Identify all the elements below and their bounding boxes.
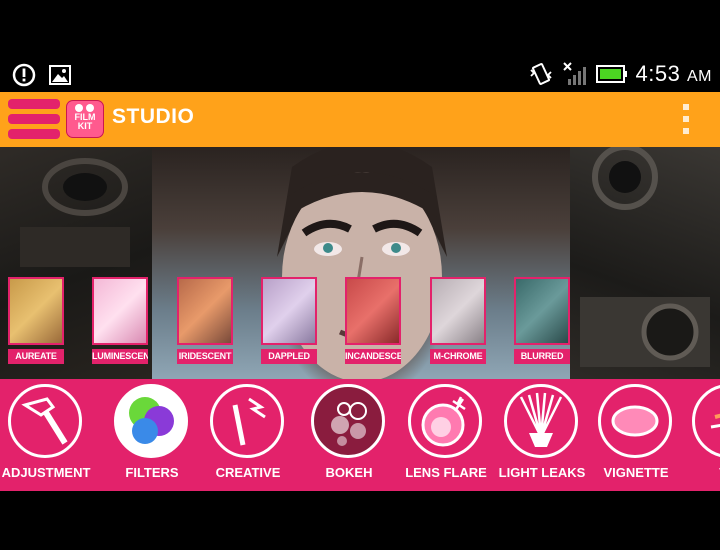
overflow-menu-icon[interactable] <box>682 104 690 134</box>
light-leaks-icon <box>504 384 578 458</box>
filter-preview <box>261 277 317 345</box>
alert-icon <box>12 63 36 87</box>
filter-iridescent[interactable]: IRIDESCENT <box>177 277 233 365</box>
app-screen: 4:53 AM FILM KIT STUDIO AUREATE LUMINESC… <box>0 58 720 491</box>
filter-preview <box>345 277 401 345</box>
filter-m-chrome[interactable]: M-CHROME <box>430 277 486 365</box>
film-kit-logo: FILM KIT <box>66 100 104 138</box>
app-bar: FILM KIT STUDIO <box>0 92 720 147</box>
filter-label: LUMINESCENT <box>92 349 148 364</box>
filter-incandescent[interactable]: INCANDESCENT <box>345 277 401 365</box>
filter-luminescent[interactable]: LUMINESCENT <box>92 277 148 365</box>
filter-label: AUREATE <box>8 349 64 364</box>
filter-label: IRIDESCENT <box>177 349 233 364</box>
filter-preview <box>430 277 486 345</box>
no-signal-icon <box>562 61 588 87</box>
tool-vignette[interactable]: VIGNETTE <box>588 379 684 491</box>
background-right <box>570 147 720 379</box>
tool-filters[interactable]: FILTERS <box>104 379 200 491</box>
bokeh-icon <box>311 384 385 458</box>
vintage-icon <box>692 384 720 458</box>
tool-light-leaks[interactable]: LIGHT LEAKS <box>494 379 590 491</box>
filter-blurred[interactable]: BLURRED <box>514 277 570 365</box>
logo-text-line2: KIT <box>77 121 93 131</box>
filter-preview <box>514 277 570 345</box>
tool-bokeh[interactable]: BOKEH <box>301 379 397 491</box>
filter-label: INCANDESCENT <box>345 349 401 364</box>
filter-label: BLURRED <box>514 349 570 364</box>
menu-button[interactable] <box>8 98 60 140</box>
lens-flare-icon <box>408 384 482 458</box>
hammer-icon <box>8 384 82 458</box>
filter-preview <box>8 277 64 345</box>
page-title: STUDIO <box>112 105 195 128</box>
filter-label: DAPPLED <box>261 349 317 364</box>
tool-creative[interactable]: CREATIVE <box>200 379 296 491</box>
vignette-icon <box>598 384 672 458</box>
battery-icon <box>595 64 628 84</box>
tool-adjustment[interactable]: ADJUSTMENT <box>0 379 94 491</box>
photo-canvas[interactable]: AUREATE LUMINESCENT IRIDESCENT DAPPLED I… <box>0 147 720 379</box>
filter-dappled[interactable]: DAPPLED <box>261 277 317 365</box>
filter-label: M-CHROME <box>430 349 486 364</box>
tool-label: VIN <box>672 465 720 480</box>
pencil-icon <box>210 384 284 458</box>
tool-bar: ADJUSTMENT FILTERS CREATIVE BOKEH LENS F… <box>0 379 720 491</box>
tool-label: CREATIVE <box>215 465 281 480</box>
tool-label: ADJUSTMENT <box>1 465 91 480</box>
vibrate-icon <box>528 61 554 87</box>
clock-time: 4:53 AM <box>635 61 712 86</box>
tool-lens-flare[interactable]: LENS FLARE <box>398 379 494 491</box>
color-circles-icon <box>114 384 188 458</box>
image-icon <box>48 63 72 87</box>
filter-preview <box>92 277 148 345</box>
filter-aureate[interactable]: AUREATE <box>8 277 64 365</box>
tool-vintage[interactable]: VIN <box>682 379 720 491</box>
status-bar: 4:53 AM <box>0 58 720 92</box>
filter-preview <box>177 277 233 345</box>
